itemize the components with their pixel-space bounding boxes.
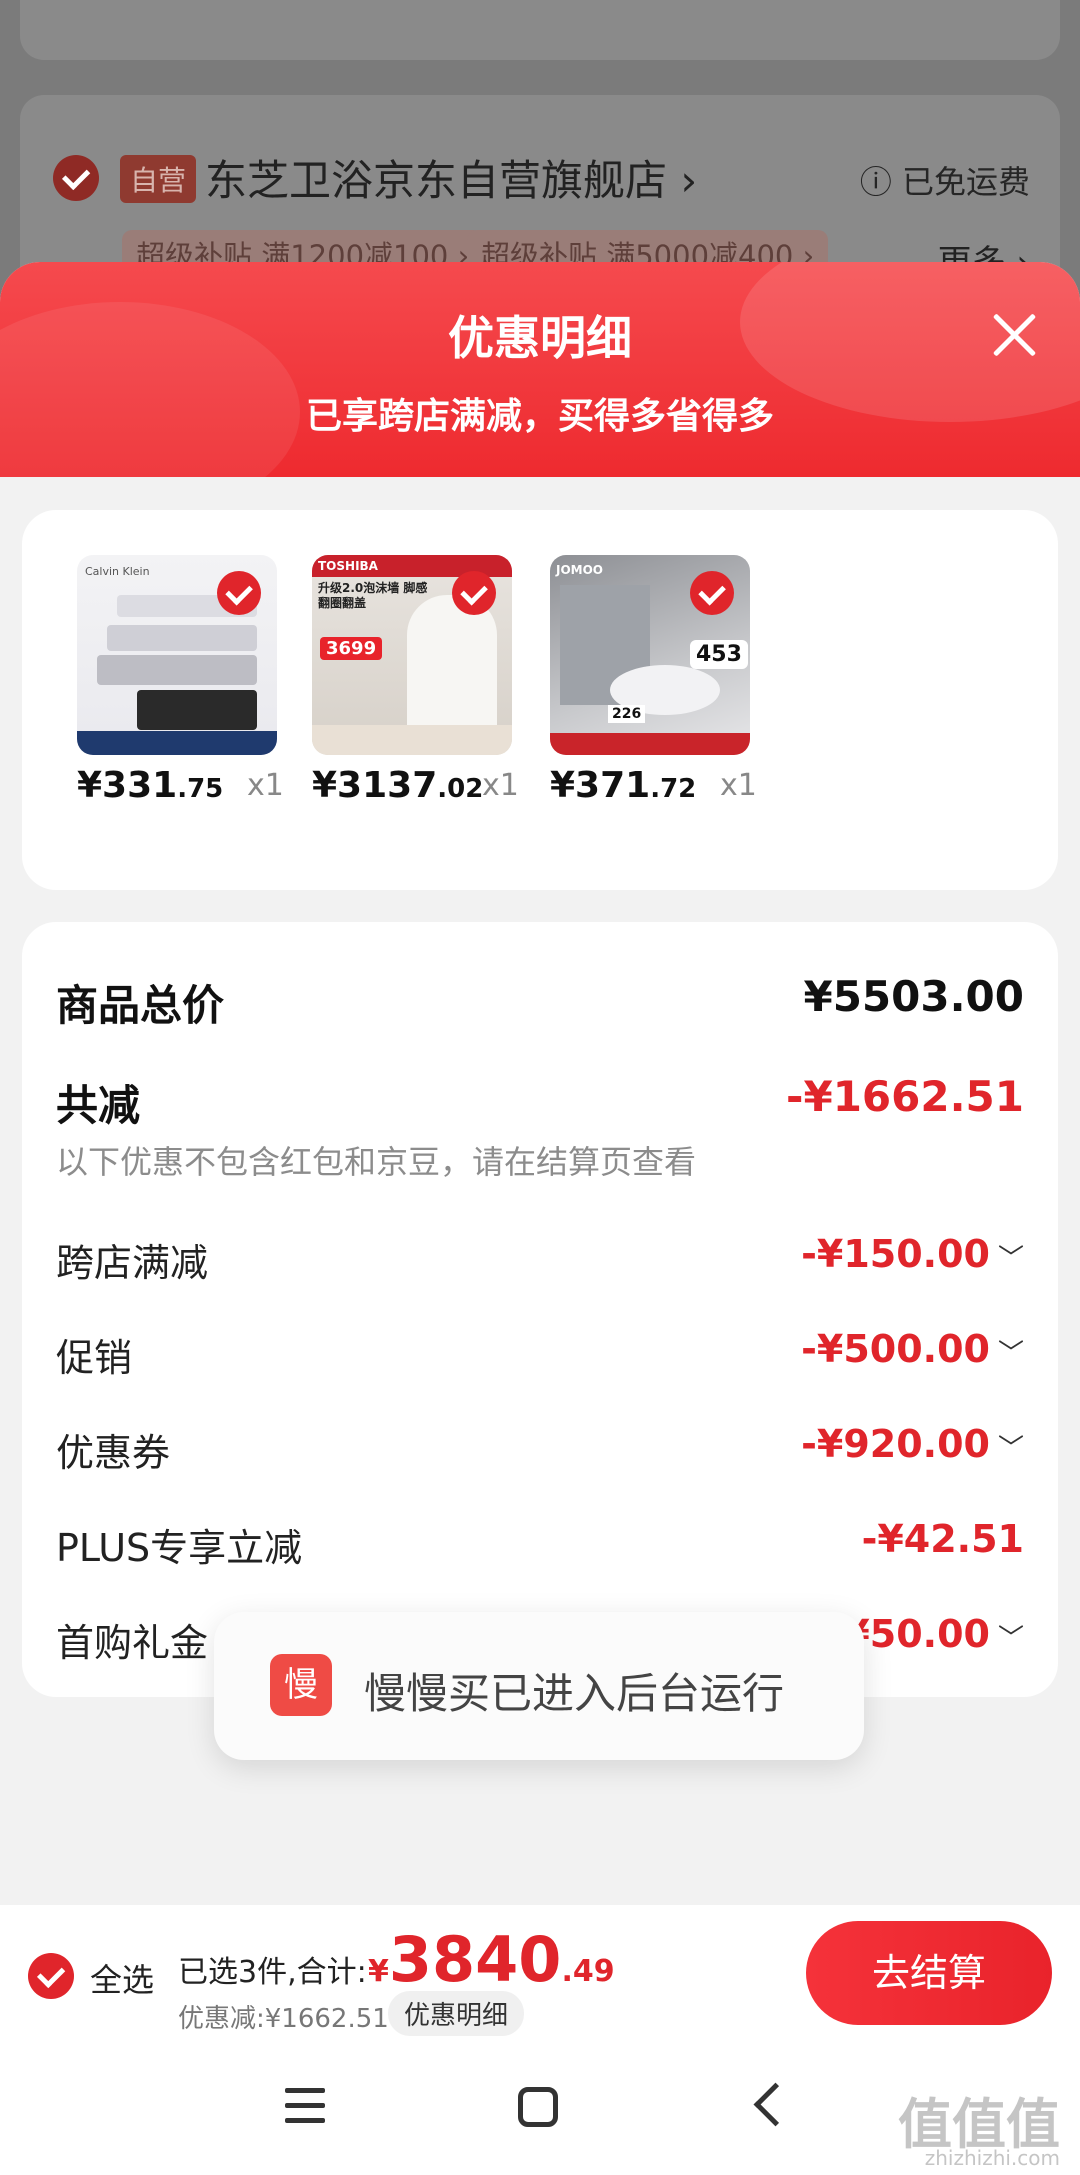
sheet-header: 优惠明细 已享跨店满减，买得多省得多 [0,262,1080,477]
product-list-card: Calvin Klein ¥331.75 x1 TOSHIBA 升级2.0泡沫墙… [22,510,1058,890]
thumb-brand-text: TOSHIBA [318,559,378,573]
thumb-graphic [312,725,512,755]
discount-item-value: -¥42.51 [861,1517,1024,1561]
checkout-button[interactable]: 去结算 [806,1921,1052,2025]
chevron-down-icon: ﹀ [997,1244,1024,1274]
back-icon[interactable] [753,2082,798,2127]
close-icon[interactable] [988,307,1040,359]
store-check-icon[interactable] [53,155,99,201]
thumb-graphic [77,731,277,755]
thumb-sub-text: 226 [608,705,646,723]
thumb-graphic [137,690,257,730]
chevron-down-icon: ﹀ [997,1339,1024,1369]
manmanmai-app-icon: 慢 [270,1654,332,1716]
discount-item-label: PLUS专享立减 [56,1526,303,1570]
menu-icon[interactable] [285,2088,325,2124]
discount-item-label: 跨店满减 [56,1241,209,1285]
background-card [20,0,1060,60]
product-price: ¥3137.02 [312,765,484,806]
product-price: ¥331.75 [77,765,224,806]
discount-detail-card: 商品总价 ¥5503.00 共减 -¥1662.51 以下优惠不包含红包和京豆，… [22,922,1058,1697]
self-operated-badge: 自营 [120,155,197,203]
discount-item-value[interactable]: -¥500.00 ﹀ [801,1327,1024,1371]
toast-message: 慢慢买已进入后台运行 [364,1669,785,1718]
total-amount: ¥3840.49 [368,1923,615,1996]
chevron-down-icon: ﹀ [997,1434,1024,1464]
thumb-brand-text: JOMOO [556,563,604,577]
sheet-title: 优惠明细 [448,311,632,365]
home-icon[interactable] [518,2087,558,2127]
discount-item-label: 优惠券 [56,1431,171,1475]
total-price-value: ¥5503.00 [803,972,1024,1021]
total-price-label: 商品总价 [56,981,225,1030]
discount-detail-sheet: 优惠明细 已享跨店满减，买得多省得多 Calvin Klein ¥331.75 … [0,262,1080,2175]
thumb-graphic [550,733,750,755]
thumb-brand-text: Calvin Klein [85,565,150,578]
thumb-graphic [107,625,257,651]
product-thumbnail: TOSHIBA 升级2.0泡沫墙 脚感翻圈翻盖 3699 [312,555,512,755]
thumb-graphic [97,655,257,685]
watermark-url: zhizhizhi.com [924,2146,1060,2170]
discount-note: 以下优惠不包含红包和京豆，请在结算页查看 [56,1143,697,1181]
discount-item-label: 促销 [56,1336,133,1380]
thumb-price-text: 453 [690,640,748,669]
product-item[interactable]: TOSHIBA 升级2.0泡沫墙 脚感翻圈翻盖 3699 [312,555,512,755]
discount-item-label: 首购礼金 [56,1621,209,1665]
thumb-title-text: 升级2.0泡沫墙 脚感翻圈翻盖 [318,581,428,610]
total-reduce-label: 共减 [56,1081,141,1130]
product-thumbnail: Calvin Klein [77,555,277,755]
product-check-icon[interactable] [690,571,734,615]
checkout-bar: 全选 已选3件,合计: ¥3840.49 优惠减:¥1662.51 优惠明细 去… [0,1905,1080,2043]
thumb-price-text: 3699 [320,637,383,660]
discount-item-value[interactable]: -¥920.00 ﹀ [801,1422,1024,1466]
background-run-toast: 慢 慢慢买已进入后台运行 [214,1612,864,1760]
product-item[interactable]: Calvin Klein [77,555,277,755]
product-thumbnail: JOMOO 453 226 [550,555,750,755]
store-name[interactable]: 东芝卫浴京东自营旗舰店 › [205,147,697,208]
discount-amount: 优惠减:¥1662.51 [178,2004,389,2034]
product-quantity: x1 [482,768,519,803]
product-quantity: x1 [720,768,757,803]
discount-detail-button[interactable]: 优惠明细 [388,1991,525,2036]
product-item[interactable]: JOMOO 453 226 [550,555,750,755]
thumb-graphic [407,595,497,735]
select-all-label[interactable]: 全选 [90,1955,154,2001]
total-reduce-value: -¥1662.51 [786,1072,1024,1121]
free-shipping-label: ⓘ 已免运费 [859,163,1030,201]
product-quantity: x1 [247,768,284,803]
selected-summary: 已选3件,合计: [178,1955,367,1990]
select-all-check-icon[interactable] [28,1953,74,1999]
product-check-icon[interactable] [217,571,261,615]
product-price: ¥371.72 [550,765,697,806]
chevron-down-icon: ﹀ [997,1624,1024,1654]
discount-item-value[interactable]: -¥150.00 ﹀ [801,1232,1024,1276]
sheet-subtitle: 已享跨店满减，买得多省得多 [305,396,774,437]
product-check-icon[interactable] [452,571,496,615]
